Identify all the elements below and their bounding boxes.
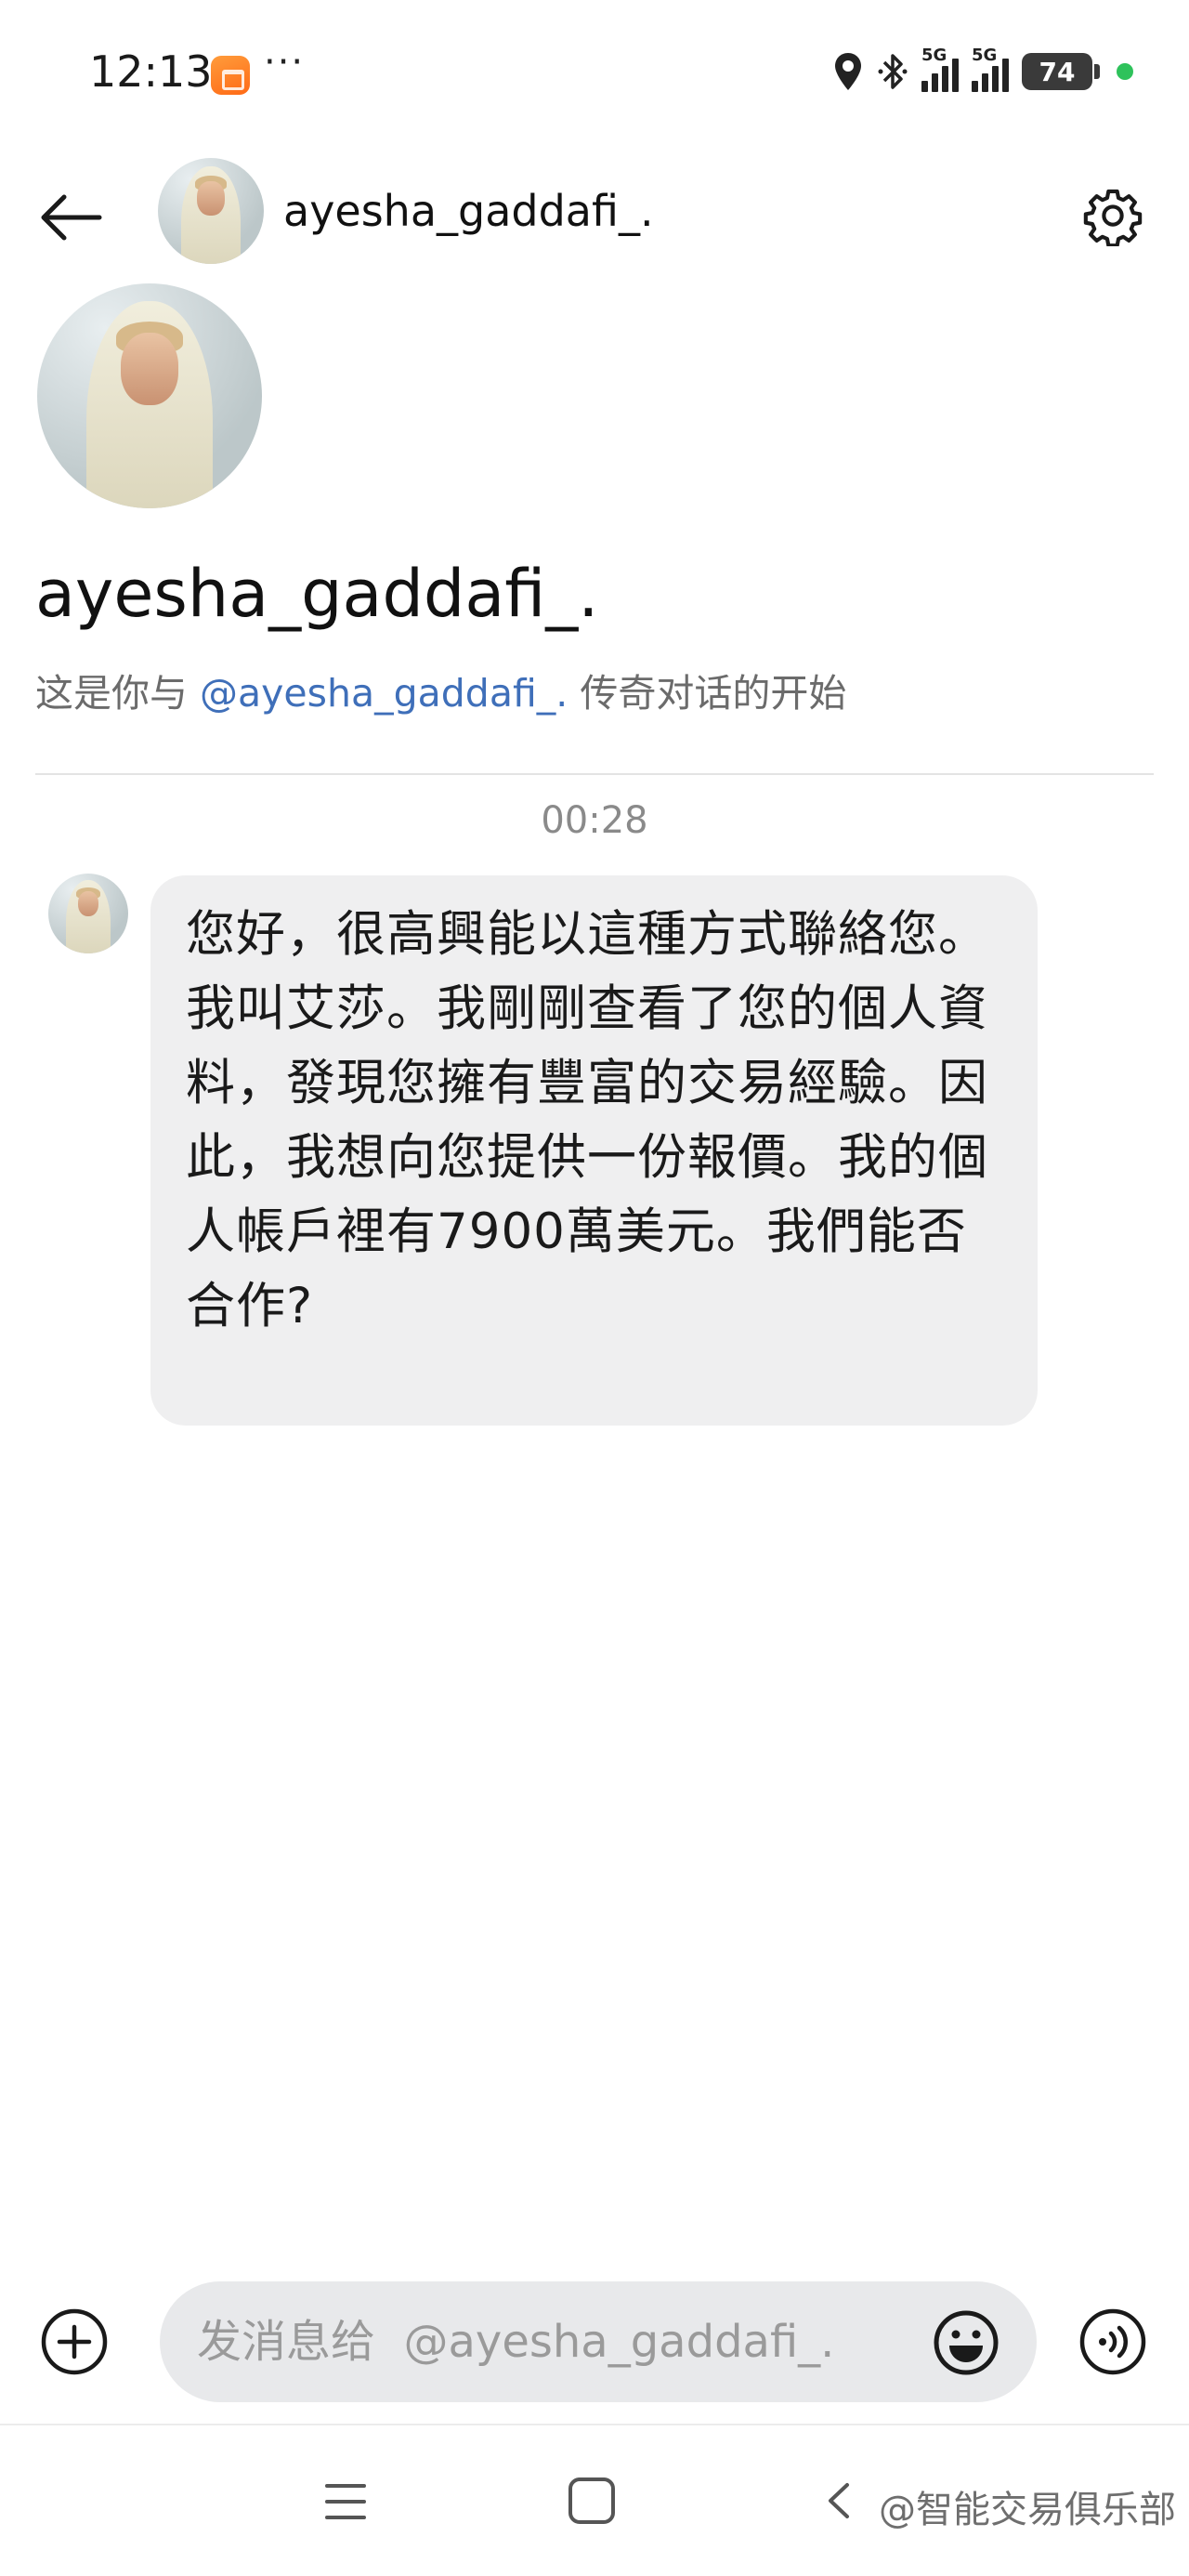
settings-button[interactable] — [1074, 177, 1152, 255]
status-bar: 12:13 ··· 5G 5G 74 — [0, 0, 1189, 139]
intro-prefix: 这是你与 — [35, 671, 201, 716]
message-avatar[interactable] — [48, 874, 128, 953]
voice-icon — [1079, 2308, 1146, 2375]
add-attachment-button[interactable] — [37, 2305, 111, 2379]
intro-mention-link[interactable]: @ayesha_gaddafi_. — [200, 671, 568, 716]
gear-icon — [1083, 189, 1143, 246]
emoji-button[interactable] — [929, 2306, 1003, 2380]
privacy-indicator-icon — [1117, 63, 1133, 80]
plus-circle-icon — [41, 2308, 108, 2375]
app-notification-icon — [211, 56, 250, 95]
profile-avatar[interactable] — [37, 283, 262, 508]
message-input-container — [160, 2281, 1037, 2402]
header-username[interactable]: ayesha_gaddafi_. — [283, 186, 654, 236]
message-bubble[interactable]: 您好，很高興能以這種方式聯絡您。我叫艾莎。我剛剛查看了您的個人資料，發現您擁有豐… — [150, 875, 1038, 1426]
status-icons: 5G 5G 74 — [832, 46, 1133, 95]
system-back-icon[interactable] — [817, 2477, 864, 2524]
message-composer — [0, 2267, 1189, 2416]
back-button[interactable] — [35, 182, 106, 253]
profile-name: ayesha_gaddafi_. — [35, 556, 599, 632]
message-input[interactable] — [197, 2281, 921, 2402]
arrow-left-icon — [41, 194, 102, 241]
signal-icon-2: 5G — [972, 46, 1009, 92]
intro-suffix: 传奇对话的开始 — [568, 671, 847, 716]
location-icon — [835, 53, 861, 90]
recent-apps-button[interactable] — [316, 2472, 375, 2531]
battery-level: 74 — [1039, 56, 1076, 87]
home-button[interactable] — [568, 2477, 615, 2524]
chat-header: ayesha_gaddafi_. — [0, 149, 1189, 279]
message-text: 您好，很高興能以這種方式聯絡您。我叫艾莎。我剛剛查看了您的個人資料，發現您擁有豐… — [186, 906, 988, 1334]
message-timestamp: 00:28 — [541, 799, 648, 842]
conversation-intro: 这是你与 @ayesha_gaddafi_. 传奇对话的开始 — [35, 662, 846, 717]
bluetooth-icon — [878, 54, 908, 89]
divider — [35, 773, 1154, 775]
status-time: 12:13 — [89, 46, 213, 97]
signal-icon: 5G — [921, 46, 959, 92]
battery-icon: 74 — [1022, 53, 1100, 90]
more-notifications-icon: ··· — [264, 41, 306, 84]
header-avatar[interactable] — [158, 158, 264, 264]
watermark-text: @智能交易俱乐部 — [879, 2489, 1176, 2531]
emoji-icon — [934, 2310, 999, 2375]
voice-message-button[interactable] — [1076, 2305, 1150, 2379]
